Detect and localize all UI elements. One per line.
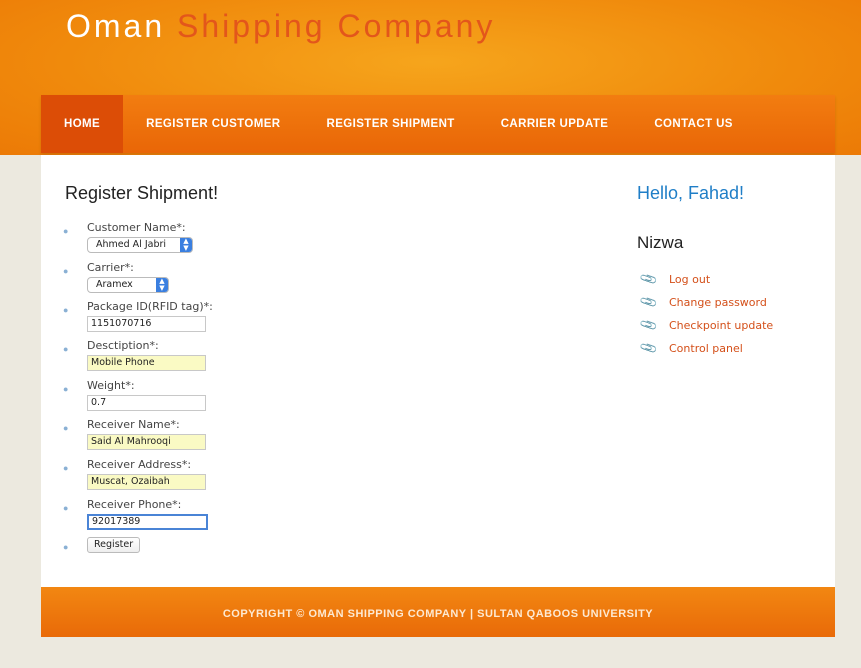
- customer-name-value: Ahmed Al Jabri: [96, 239, 167, 250]
- bullet-icon: ●: [63, 266, 69, 276]
- receiver-address-input[interactable]: Muscat, Ozaibah: [87, 474, 206, 490]
- site-title-part2: Shipping Company: [177, 8, 496, 44]
- receiver-address-label: Receiver Address*:: [87, 458, 192, 471]
- nav-register-shipment[interactable]: REGISTER SHIPMENT: [304, 95, 478, 153]
- main-nav: HOME REGISTER CUSTOMER REGISTER SHIPMENT…: [41, 95, 835, 153]
- footer: COPYRIGHT © OMAN SHIPPING COMPANY | SULT…: [41, 587, 835, 637]
- paperclip-icon: 📎: [638, 315, 659, 335]
- weight-label: Weight*:: [87, 379, 135, 392]
- paperclip-icon: 📎: [638, 269, 659, 289]
- site-title: Oman Shipping Company: [66, 8, 495, 45]
- description-input[interactable]: Mobile Phone: [87, 355, 206, 371]
- nav-home[interactable]: HOME: [41, 95, 124, 153]
- carrier-label: Carrier*:: [87, 261, 134, 274]
- package-id-input[interactable]: 1151070716: [87, 316, 206, 332]
- site-title-part1: Oman: [66, 8, 166, 44]
- bullet-icon: ●: [63, 542, 69, 552]
- copyright-text: COPYRIGHT © OMAN SHIPPING COMPANY | SULT…: [222, 608, 654, 620]
- select-arrows-icon: ▲ ▼: [180, 238, 192, 252]
- page-title: Register Shipment!: [65, 183, 219, 203]
- paperclip-icon: 📎: [638, 338, 659, 358]
- logout-link-label: Log out: [669, 273, 711, 286]
- description-label: Desctiption*:: [87, 339, 159, 352]
- receiver-name-label: Receiver Name*:: [87, 418, 180, 431]
- carrier-value: Aramex: [96, 279, 133, 290]
- register-button[interactable]: Register: [87, 537, 141, 553]
- control-panel-link-label: Control panel: [669, 342, 743, 355]
- select-arrows-icon: ▲ ▼: [156, 278, 168, 292]
- bullet-icon: ●: [63, 503, 69, 513]
- bullet-icon: ●: [63, 344, 69, 354]
- paperclip-icon: 📎: [638, 292, 659, 312]
- nav-carrier-update[interactable]: CARRIER UPDATE: [478, 95, 632, 153]
- customer-name-select[interactable]: Ahmed Al Jabri ▲ ▼: [87, 237, 193, 253]
- customer-name-label: Customer Name*:: [87, 221, 186, 234]
- bullet-icon: ●: [63, 463, 69, 473]
- bullet-icon: ●: [63, 305, 69, 315]
- main-content: Register Shipment! ● Customer Name*: Ahm…: [41, 155, 835, 587]
- carrier-select[interactable]: Aramex ▲ ▼: [87, 277, 169, 293]
- user-greeting: Hello, Fahad!: [637, 183, 745, 203]
- bullet-icon: ●: [63, 226, 69, 236]
- change-password-link-label: Change password: [669, 296, 767, 309]
- bullet-icon: ●: [63, 384, 69, 394]
- package-id-label: Package ID(RFID tag)*:: [87, 300, 213, 313]
- nav-register-customer[interactable]: REGISTER CUSTOMER: [123, 95, 303, 153]
- receiver-name-input[interactable]: Said Al Mahrooqi: [87, 434, 206, 450]
- nav-contact-us[interactable]: CONTACT US: [631, 95, 756, 153]
- checkpoint-update-link-label: Checkpoint update: [669, 319, 774, 332]
- bullet-icon: ●: [63, 423, 69, 433]
- weight-input[interactable]: 0.7: [87, 395, 206, 411]
- receiver-phone-label: Receiver Phone*:: [87, 498, 182, 511]
- receiver-phone-input[interactable]: 92017389: [87, 514, 208, 530]
- location-heading: Nizwa: [637, 233, 684, 252]
